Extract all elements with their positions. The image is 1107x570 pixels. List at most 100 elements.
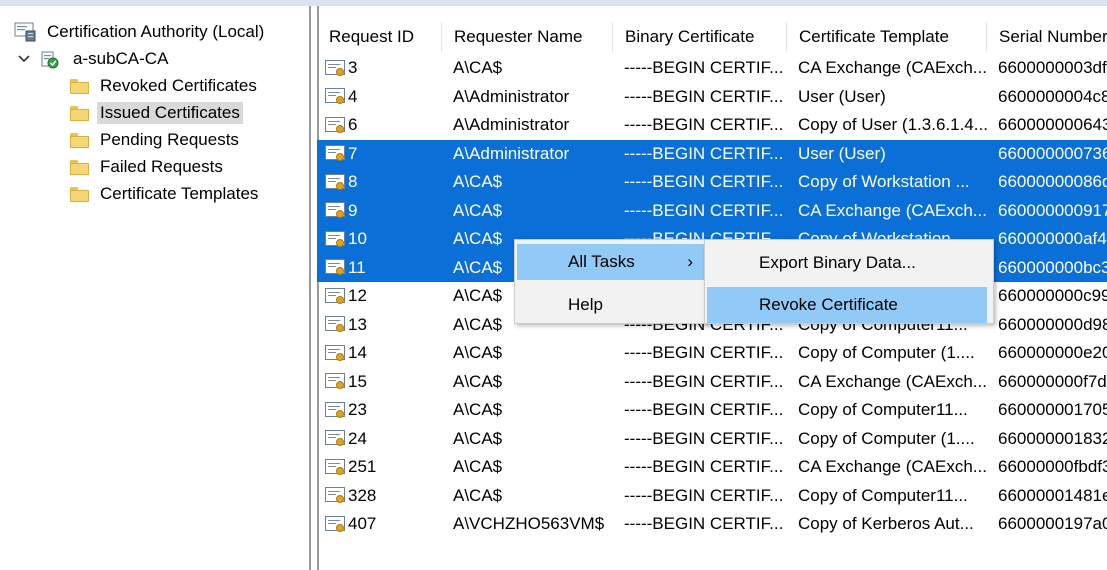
table-row[interactable]: 24 A\CA$ -----BEGIN CERTIF... Copy of Compu… xyxy=(317,425,1107,454)
table-row[interactable]: 3 A\CA$ -----BEGIN CERTIF... CA Exchange (C… xyxy=(317,54,1107,83)
cell-requester-name: A\CA$ xyxy=(453,453,613,482)
cell-text: -----BEGIN CERTIF... xyxy=(624,428,784,448)
cell-binary-certificate: -----BEGIN CERTIF... xyxy=(624,425,787,454)
cell-certificate-template: Copy of Workstation ... xyxy=(798,168,987,197)
certificate-icon xyxy=(325,515,346,533)
cell-serial-number: 6600000009170 xyxy=(998,197,1107,226)
cell-binary-certificate: -----BEGIN CERTIF... xyxy=(624,168,787,197)
tree-folder-issued[interactable]: Issued Certificates xyxy=(70,101,243,125)
table-row[interactable]: 7 A\Administrator -----BEGIN CERTIF... User… xyxy=(317,139,1107,169)
column-header-request-id[interactable]: Request ID xyxy=(317,22,442,52)
table-row[interactable]: 6 A\Administrator -----BEGIN CERTIF... Copy… xyxy=(317,111,1107,140)
cell-text: 10 xyxy=(348,229,367,249)
menu-item-export-binary-data[interactable]: Export Binary Data... xyxy=(707,245,991,281)
cell-text: A\Administrator xyxy=(453,143,570,163)
table-row[interactable]: 251 A\CA$ -----BEGIN CERTIF... CA Exchange … xyxy=(317,453,1107,482)
cell-text: Copy of Computer (1.... xyxy=(798,343,975,363)
cell-text: 14 xyxy=(348,343,367,363)
cell-text: 660000000e20 xyxy=(998,343,1107,363)
cell-certificate-template: Copy of Computer (1.... xyxy=(798,425,987,454)
cell-text: 23 xyxy=(348,400,367,420)
cell-text: 15 xyxy=(348,371,367,391)
cell-text: User (User) xyxy=(798,143,886,163)
cell-text: A\CA$ xyxy=(453,343,503,363)
cell-text: 7 xyxy=(348,143,358,163)
ca-certificate-icon xyxy=(41,51,59,69)
cell-text: A\CA$ xyxy=(453,172,503,192)
certificate-icon xyxy=(325,487,346,504)
column-header-serial-number[interactable]: Serial Number xyxy=(987,22,1107,52)
cell-text: Copy of User (1.3.6.1.4.... xyxy=(798,115,987,135)
cell-text: -----BEGIN CERTIF... xyxy=(624,371,784,391)
cell-certificate-template: Copy of Computer11... xyxy=(798,396,987,425)
cell-text: A\CA$ xyxy=(453,229,503,249)
certificate-icon xyxy=(325,430,346,447)
cell-text: 6600000007363 xyxy=(998,143,1107,163)
table-row[interactable]: 14 A\CA$ -----BEGIN CERTIF... Copy of Compu… xyxy=(317,339,1107,368)
console-tree[interactable]: Certification Authority (Local) a-subCA-… xyxy=(0,6,311,570)
column-header-binary-certificate[interactable]: Binary Certificate xyxy=(613,22,787,52)
certificate-icon xyxy=(325,344,346,362)
tree-folder-label: Revoked Certificates xyxy=(100,76,257,95)
tree-folder-templates[interactable]: Certificate Templates xyxy=(70,182,261,206)
table-row[interactable]: 15 A\CA$ -----BEGIN CERTIF... CA Exchange (… xyxy=(317,368,1107,397)
menu-item-help[interactable]: Help xyxy=(517,287,705,323)
column-header-certificate-template[interactable]: Certificate Template xyxy=(787,22,987,52)
all-tasks-submenu: Export Binary Data... Revoke Certificate xyxy=(704,239,994,324)
chevron-down-icon[interactable] xyxy=(17,52,31,66)
tree-folder-label: Failed Requests xyxy=(100,157,223,176)
cell-certificate-template: Copy of Kerberos Aut... xyxy=(798,510,987,539)
table-row[interactable]: 9 A\CA$ -----BEGIN CERTIF... CA Exchange (C… xyxy=(317,196,1107,226)
cell-certificate-template: CA Exchange (CAExch... xyxy=(798,453,987,482)
tree-root-node[interactable]: Certification Authority (Local) xyxy=(14,20,267,44)
cell-text: 660000000bc3 xyxy=(998,257,1107,277)
cell-text: Copy of Computer11... xyxy=(798,485,968,505)
tree-ca-node[interactable]: a-subCA-CA xyxy=(17,47,171,71)
table-row[interactable]: 4 A\Administrator -----BEGIN CERTIF... User… xyxy=(317,83,1107,112)
cell-text: A\CA$ xyxy=(453,200,503,220)
cell-text: 11 xyxy=(348,257,366,277)
column-header-requester-name[interactable]: Requester Name xyxy=(442,22,613,52)
cell-requester-name: A\Administrator xyxy=(453,83,613,112)
certificate-icon xyxy=(325,458,346,476)
certificate-icon xyxy=(325,88,346,105)
cell-binary-certificate: -----BEGIN CERTIF... xyxy=(624,368,787,397)
table-row[interactable]: 407 A\VCHZHO563VM$ -----BEGIN CERTIF... Cop… xyxy=(317,510,1107,539)
cell-request-id: 6 xyxy=(325,111,442,140)
menu-item-label: Export Binary Data... xyxy=(759,253,916,272)
cell-text: CA Exchange (CAExch... xyxy=(798,457,987,477)
cell-text: A\Administrator xyxy=(453,86,570,106)
menu-item-all-tasks[interactable]: All Tasks › xyxy=(517,244,705,280)
cell-binary-certificate: -----BEGIN CERTIF... xyxy=(624,83,787,112)
cell-certificate-template: Copy of Computer11... xyxy=(798,482,987,511)
cell-request-id: 8 xyxy=(325,168,442,197)
cell-requester-name: A\Administrator xyxy=(453,140,613,169)
cell-request-id: 251 xyxy=(325,453,442,482)
table-row[interactable]: 23 A\CA$ -----BEGIN CERTIF... Copy of Compu… xyxy=(317,396,1107,425)
certificate-icon xyxy=(325,145,346,162)
cell-text: -----BEGIN CERTIF... xyxy=(624,514,784,534)
cell-text: 6600000006431 xyxy=(998,115,1107,135)
certificate-icon xyxy=(325,373,346,390)
cell-text: -----BEGIN CERTIF... xyxy=(624,200,784,220)
cell-text: -----BEGIN CERTIF... xyxy=(624,400,784,420)
tree-folder-pending[interactable]: Pending Requests xyxy=(70,128,242,152)
cell-requester-name: A\CA$ xyxy=(453,197,613,226)
cell-binary-certificate: -----BEGIN CERTIF... xyxy=(624,482,787,511)
certificate-icon xyxy=(325,116,346,134)
cell-certificate-template: Copy of Computer (1.... xyxy=(798,339,987,368)
tree-folder-failed[interactable]: Failed Requests xyxy=(70,155,226,179)
table-row[interactable]: 8 A\CA$ -----BEGIN CERTIF... Copy of Workst… xyxy=(317,168,1107,197)
tree-folder-revoked[interactable]: Revoked Certificates xyxy=(70,74,260,98)
cell-text: A\CA$ xyxy=(453,428,503,448)
cell-requester-name: A\CA$ xyxy=(453,54,613,83)
cell-text: A\CA$ xyxy=(453,371,503,391)
folder-icon xyxy=(70,132,89,148)
certificate-icon xyxy=(325,202,346,219)
menu-item-revoke-certificate[interactable]: Revoke Certificate xyxy=(707,287,987,323)
cell-text: 251 xyxy=(348,457,377,477)
cell-serial-number: 660000000c999 xyxy=(998,282,1107,311)
certificate-icon xyxy=(325,259,346,276)
table-row[interactable]: 328 A\CA$ -----BEGIN CERTIF... Copy of Comp… xyxy=(317,482,1107,511)
cell-text: 660000000f7d7 xyxy=(998,371,1107,391)
